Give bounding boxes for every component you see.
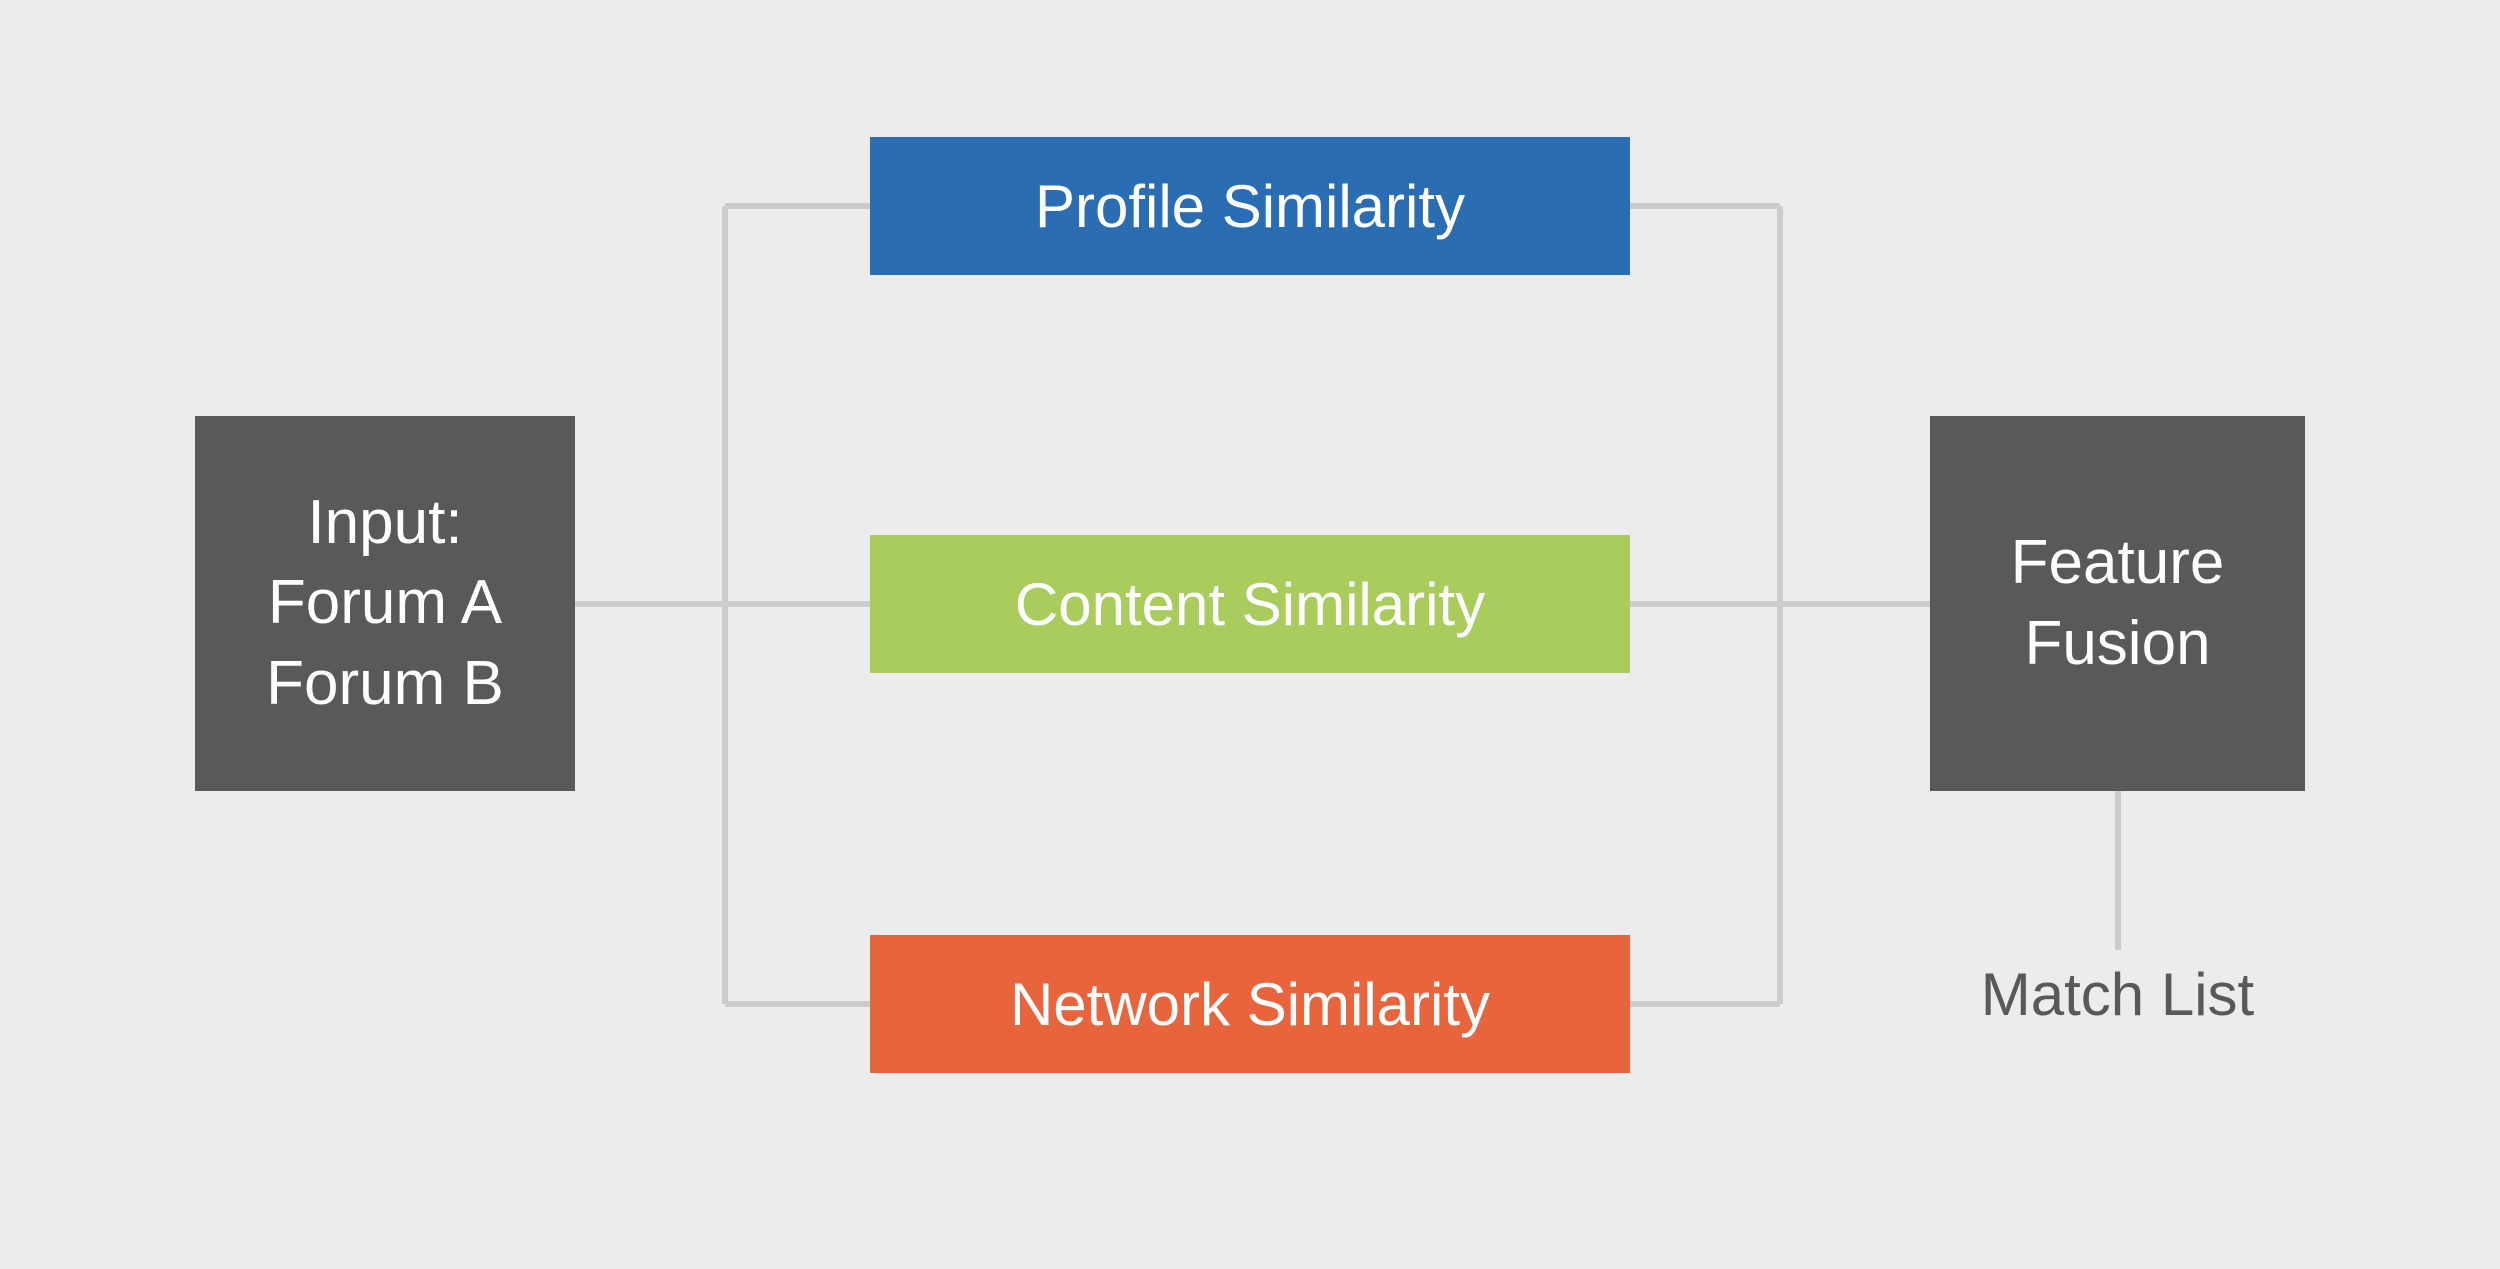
pipeline-diagram: Input: Forum A Forum B Profile Similarit…	[0, 0, 2500, 1269]
feature-fusion-box: Feature Fusion	[1930, 416, 2305, 791]
network-label: Network Similarity	[1010, 970, 1490, 1039]
fusion-line2: Fusion	[2024, 604, 2210, 685]
input-box: Input: Forum A Forum B	[195, 416, 575, 791]
input-line1: Input:	[307, 483, 462, 564]
content-label: Content Similarity	[1015, 570, 1485, 639]
profile-similarity-box: Profile Similarity	[870, 137, 1630, 275]
content-similarity-box: Content Similarity	[870, 535, 1630, 673]
match-list-label: Match List	[1930, 960, 2305, 1029]
network-similarity-box: Network Similarity	[870, 935, 1630, 1073]
fusion-line1: Feature	[2011, 523, 2225, 604]
input-line3: Forum B	[266, 644, 504, 725]
profile-label: Profile Similarity	[1035, 172, 1465, 241]
input-line2: Forum A	[268, 563, 502, 644]
